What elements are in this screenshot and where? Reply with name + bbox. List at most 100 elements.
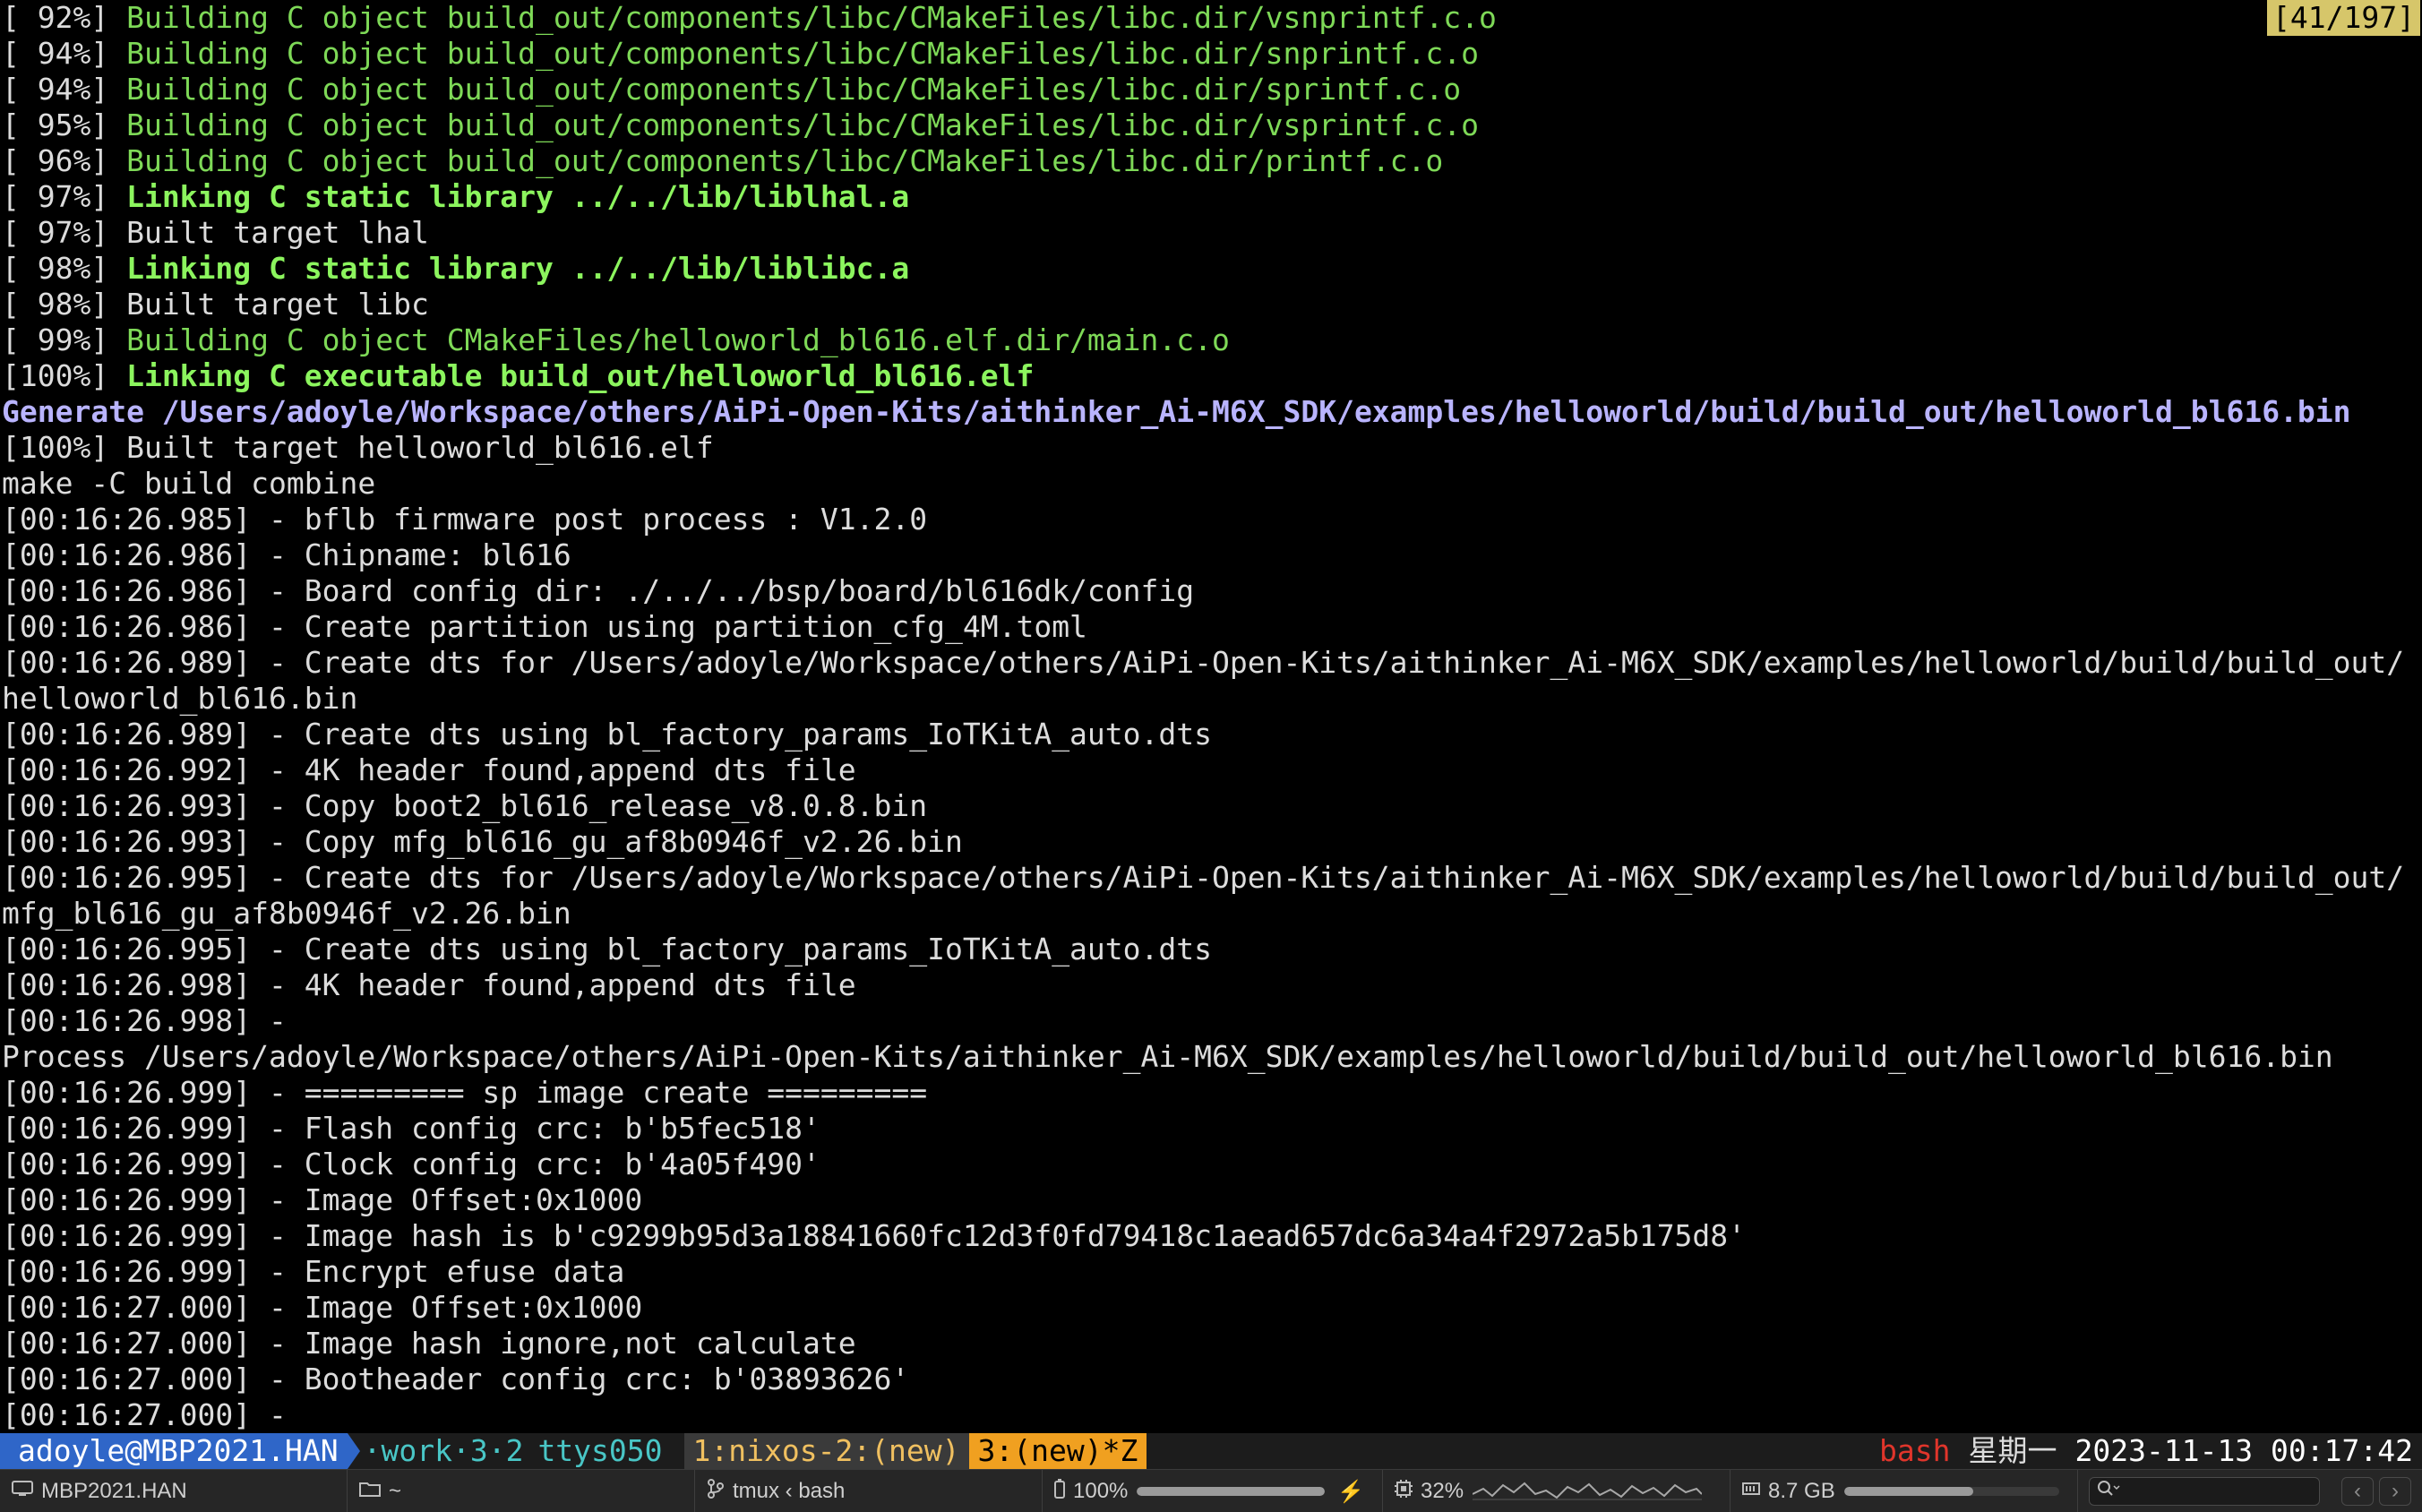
line-text: [00:16:26.999] - Image hash is b'c9299b9… <box>2 1218 1747 1253</box>
tmux-session-name[interactable]: adoyle@MBP2021.HAN <box>0 1433 348 1469</box>
terminal-output[interactable]: [ 92%] Building C object build_out/compo… <box>0 0 2422 1433</box>
terminal-line: [00:16:26.999] - Encrypt efuse data <box>0 1254 2422 1290</box>
progress-prefix: [ 96%] <box>2 143 127 178</box>
line-text: [00:16:26.999] - Clock config crc: b'4a0… <box>2 1147 820 1181</box>
powerline-separator <box>347 1433 360 1469</box>
progress-prefix: [ 98%] <box>2 251 127 286</box>
terminal-line: [ 94%] Building C object build_out/compo… <box>0 72 2422 107</box>
terminal-line: [00:16:26.999] - Image hash is b'c9299b9… <box>0 1218 2422 1254</box>
terminal-line: [00:16:26.989] - Create dts using bl_fac… <box>0 717 2422 752</box>
line-text: [00:16:26.989] - Create dts using bl_fac… <box>2 717 1213 752</box>
line-text: [00:16:27.000] - Bootheader config crc: … <box>2 1362 910 1396</box>
cpu-segment: 32% <box>1383 1470 1731 1512</box>
line-text: [00:16:26.999] - Image Offset:0x1000 <box>2 1182 643 1217</box>
terminal-line: make -C build combine <box>0 466 2422 502</box>
memory-label: 8.7 GB <box>1768 1479 1835 1503</box>
terminal-line: [ 92%] Building C object build_out/compo… <box>0 0 2422 36</box>
line-text: Generate /Users/adoyle/Workspace/others/… <box>2 394 2351 429</box>
line-text: Building C object CMakeFiles/helloworld_… <box>126 322 1230 357</box>
tmux-datetime: 2023-11-13 00:17:42 <box>2074 1433 2414 1468</box>
folder-label: ~ <box>389 1479 402 1503</box>
line-text: Building C object build_out/components/l… <box>126 107 1480 142</box>
battery-bar <box>1137 1487 1326 1496</box>
terminal-line: [ 94%] Building C object build_out/compo… <box>0 36 2422 72</box>
terminal-line: [ 98%] Built target libc <box>0 287 2422 322</box>
line-text: make -C build combine <box>2 466 376 501</box>
line-text: [00:16:26.992] - 4K header found,append … <box>2 752 856 787</box>
terminal-line: Process /Users/adoyle/Workspace/others/A… <box>0 1039 2422 1075</box>
terminal-line: [ 97%] Built target lhal <box>0 215 2422 251</box>
terminal-line: [00:16:26.993] - Copy mfg_bl616_gu_af8b0… <box>0 824 2422 860</box>
chevron-right-icon: › <box>2392 1479 2399 1503</box>
line-text: [00:16:26.986] - Create partition using … <box>2 609 1087 644</box>
progress-prefix: [100%] <box>2 358 127 393</box>
terminal-line: [00:16:26.995] - Create dts using bl_fac… <box>0 932 2422 967</box>
line-text: [00:16:27.000] - <box>2 1397 287 1432</box>
line-text: [00:16:26.995] - Create dts for /Users/a… <box>2 860 2405 895</box>
tmux-window-1[interactable]: 1:nixos-2:(new) <box>683 1433 969 1469</box>
line-text: [00:16:26.993] - Copy mfg_bl616_gu_af8b0… <box>2 824 963 859</box>
memory-icon <box>1741 1479 1761 1505</box>
folder-icon <box>358 1479 382 1504</box>
battery-bar-fill <box>1137 1487 1326 1496</box>
cpu-icon <box>1394 1479 1413 1505</box>
process-label: tmux ‹ bash <box>733 1479 846 1503</box>
line-text: [00:16:26.999] - Encrypt efuse data <box>2 1254 625 1289</box>
terminal-line: [00:16:27.000] - Image Offset:0x1000 <box>0 1290 2422 1326</box>
tmux-window-info: ·work·3·2 <box>363 1433 524 1468</box>
line-text: Built target helloworld_bl616.elf <box>126 430 714 465</box>
tmux-window-active[interactable]: 3:(new)*Z <box>968 1433 1147 1469</box>
line-text: Building C object build_out/components/l… <box>126 36 1480 71</box>
line-text: Linking C static library ../../lib/libli… <box>126 251 910 286</box>
line-text: Built target libc <box>126 287 429 322</box>
line-text: [00:16:27.000] - Image hash ignore,not c… <box>2 1326 856 1361</box>
search-segment: ‹ › <box>2078 1470 2422 1512</box>
terminal-line: [ 95%] Building C object build_out/compo… <box>0 107 2422 143</box>
terminal-line: [100%] Linking C executable build_out/he… <box>0 358 2422 394</box>
line-text: [00:16:26.989] - Create dts for /Users/a… <box>2 645 2405 680</box>
terminal-line: [00:16:26.999] - Clock config crc: b'4a0… <box>0 1147 2422 1182</box>
scroll-position-indicator: [41/197] <box>2267 0 2420 36</box>
line-text: [00:16:26.986] - Chipname: bl616 <box>2 537 571 572</box>
tmux-status-bar: adoyle@MBP2021.HAN ·work·3·2 ttys050 1:n… <box>0 1433 2422 1469</box>
terminal-line: [00:16:27.000] - <box>0 1397 2422 1433</box>
tmux-status-right: bash 星期一 2023-11-13 00:17:42 <box>1870 1433 2422 1469</box>
lightning-icon: ⚡ <box>1337 1479 1364 1504</box>
chevron-left-icon: ‹ <box>2354 1479 2361 1503</box>
battery-segment: 100% ⚡ <box>1043 1470 1383 1512</box>
terminal-line: [00:16:26.986] - Board config dir: ./../… <box>0 573 2422 609</box>
terminal-line: [00:16:27.000] - Bootheader config crc: … <box>0 1362 2422 1397</box>
terminal-status-bar: MBP2021.HAN ~ tmux ‹ bash 100% ⚡ 32% 8.7… <box>0 1469 2422 1512</box>
line-text: Linking C executable build_out/helloworl… <box>126 358 1035 393</box>
terminal-line: [ 96%] Building C object build_out/compo… <box>0 143 2422 179</box>
terminal-line: [00:16:26.999] - Image Offset:0x1000 <box>0 1182 2422 1218</box>
terminal-line: [ 98%] Linking C static library ../../li… <box>0 251 2422 287</box>
line-text: helloworld_bl616.bin <box>2 681 358 716</box>
line-text: Building C object build_out/components/l… <box>126 0 1497 35</box>
search-icon <box>2097 1479 2120 1504</box>
terminal-line: [00:16:26.986] - Create partition using … <box>0 609 2422 645</box>
terminal-line: [00:16:26.995] - Create dts for /Users/a… <box>0 860 2422 896</box>
progress-prefix: [ 92%] <box>2 0 127 35</box>
line-text: [00:16:26.986] - Board config dir: ./../… <box>2 573 1195 608</box>
progress-prefix: [ 98%] <box>2 287 127 322</box>
line-text: Process /Users/adoyle/Workspace/others/A… <box>2 1039 2333 1074</box>
host-label: MBP2021.HAN <box>41 1479 187 1503</box>
line-text: [00:16:26.998] - 4K header found,append … <box>2 967 856 1002</box>
terminal-line: [ 97%] Linking C static library ../../li… <box>0 179 2422 215</box>
next-button[interactable]: › <box>2379 1477 2411 1506</box>
progress-prefix: [ 97%] <box>2 215 127 250</box>
terminal-line: [00:16:26.989] - Create dts for /Users/a… <box>0 645 2422 681</box>
terminal-line: [00:16:26.986] - Chipname: bl616 <box>0 537 2422 573</box>
folder-segment[interactable]: ~ <box>348 1470 695 1512</box>
host-segment[interactable]: MBP2021.HAN <box>0 1470 348 1512</box>
line-text: Linking C static library ../../lib/liblh… <box>126 179 910 214</box>
progress-prefix: [100%] <box>2 430 127 465</box>
terminal-line: [00:16:27.000] - Image hash ignore,not c… <box>0 1326 2422 1362</box>
line-text: [00:16:26.998] - <box>2 1003 287 1038</box>
process-segment[interactable]: tmux ‹ bash <box>695 1470 1043 1512</box>
search-input[interactable] <box>2089 1477 2320 1506</box>
progress-prefix: [ 95%] <box>2 107 127 142</box>
terminal-line: [ 99%] Building C object CMakeFiles/hell… <box>0 322 2422 358</box>
previous-button[interactable]: ‹ <box>2341 1477 2374 1506</box>
